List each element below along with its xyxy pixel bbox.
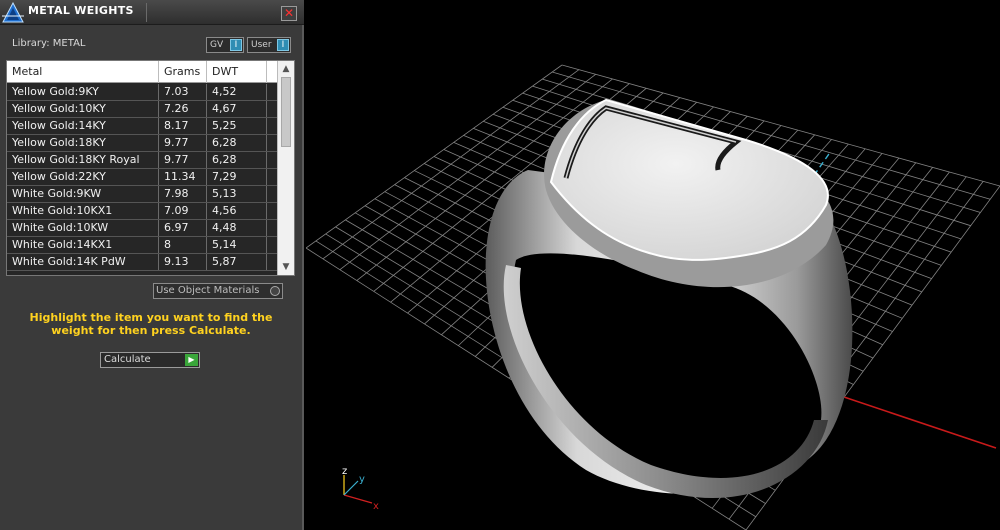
- gv-label: GV: [210, 40, 224, 50]
- grams-cell: 7.26: [159, 101, 207, 117]
- toggle-switch-icon: I: [277, 39, 289, 51]
- radio-icon[interactable]: [270, 286, 280, 296]
- dwt-cell: 5,87: [207, 254, 267, 270]
- scroll-thumb[interactable]: [281, 77, 291, 147]
- table-row[interactable]: Yellow Gold:10KY 7.26 4,67: [7, 101, 277, 118]
- table-header: Metal Grams DWT: [7, 61, 277, 83]
- row-padding: [267, 101, 277, 117]
- grams-cell: 8: [159, 237, 207, 253]
- metal-cell: Yellow Gold:9KY: [7, 84, 159, 100]
- metal-cell: Yellow Gold:18KY Royal: [7, 152, 159, 168]
- library-label: Library: METAL: [12, 38, 86, 49]
- dwt-cell: 4,48: [207, 220, 267, 236]
- table-row[interactable]: Yellow Gold:14KY 8.17 5,25: [7, 118, 277, 135]
- play-arrow-icon: ▶: [185, 354, 198, 366]
- app-logo-icon: [2, 2, 24, 23]
- grams-cell: 7.09: [159, 203, 207, 219]
- dwt-cell: 5,14: [207, 237, 267, 253]
- table-row[interactable]: White Gold:10KX1 7.09 4,56: [7, 203, 277, 220]
- metal-cell: White Gold:14K PdW: [7, 254, 159, 270]
- calculate-button[interactable]: Calculate ▶: [100, 352, 200, 368]
- table-row[interactable]: White Gold:14KX1 8 5,14: [7, 237, 277, 254]
- metal-cell: Yellow Gold:22KY: [7, 169, 159, 185]
- metal-cell: Yellow Gold:10KY: [7, 101, 159, 117]
- panel-titlebar: METAL WEIGHTS ✕: [0, 0, 304, 25]
- user-library-toggle[interactable]: User I: [247, 37, 291, 53]
- y-axis-label: y: [359, 474, 365, 485]
- row-padding: [267, 152, 277, 168]
- user-label: User: [251, 40, 272, 50]
- grams-cell: 6.97: [159, 220, 207, 236]
- table-row[interactable]: Yellow Gold:18KY Royal 9.77 6,28: [7, 152, 277, 169]
- dwt-cell: 6,28: [207, 135, 267, 151]
- z-axis-label: z: [342, 466, 347, 477]
- gv-library-toggle[interactable]: GV I: [206, 37, 244, 53]
- calculate-label: Calculate: [104, 354, 151, 365]
- dwt-cell: 7,29: [207, 169, 267, 185]
- use-object-materials-option[interactable]: Use Object Materials: [153, 283, 283, 299]
- metal-cell: White Gold:10KX1: [7, 203, 159, 219]
- close-button[interactable]: ✕: [281, 6, 297, 21]
- row-padding: [267, 135, 277, 151]
- grams-cell: 7.03: [159, 84, 207, 100]
- row-padding: [267, 169, 277, 185]
- dwt-cell: 5,13: [207, 186, 267, 202]
- scroll-up-icon[interactable]: ▲: [278, 62, 294, 76]
- table-row[interactable]: Yellow Gold:22KY 11.34 7,29: [7, 169, 277, 186]
- grams-cell: 7.98: [159, 186, 207, 202]
- grams-cell: 9.77: [159, 152, 207, 168]
- grams-cell: 9.77: [159, 135, 207, 151]
- metal-cell: Yellow Gold:14KY: [7, 118, 159, 134]
- dwt-cell: 4,52: [207, 84, 267, 100]
- table-scrollbar[interactable]: ▲ ▼: [277, 61, 294, 275]
- row-padding: [267, 84, 277, 100]
- title-divider: [146, 3, 147, 22]
- 3d-viewport[interactable]: z y x: [306, 0, 1000, 530]
- metal-cell: White Gold:14KX1: [7, 237, 159, 253]
- scroll-down-icon[interactable]: ▼: [278, 260, 294, 274]
- metal-cell: Yellow Gold:18KY: [7, 135, 159, 151]
- signet-ring-model: [485, 98, 853, 499]
- row-padding: [267, 186, 277, 202]
- table-body: Yellow Gold:9KY 7.03 4,52 Yellow Gold:10KY 7…: [7, 84, 277, 271]
- dwt-cell: 5,25: [207, 118, 267, 134]
- column-header-metal[interactable]: Metal: [7, 61, 159, 83]
- table-row[interactable]: White Gold:9KW 7.98 5,13: [7, 186, 277, 203]
- table-row[interactable]: White Gold:10KW 6.97 4,48: [7, 220, 277, 237]
- viewport-canvas: z y x: [306, 64, 1000, 530]
- metal-cell: White Gold:9KW: [7, 186, 159, 202]
- row-padding: [267, 220, 277, 236]
- grams-cell: 8.17: [159, 118, 207, 134]
- table-row[interactable]: White Gold:14K PdW 9.13 5,87: [7, 254, 277, 271]
- table-row[interactable]: Yellow Gold:18KY 9.77 6,28: [7, 135, 277, 152]
- row-padding: [267, 203, 277, 219]
- column-header-grams[interactable]: Grams: [159, 61, 207, 83]
- dwt-cell: 6,28: [207, 152, 267, 168]
- instruction-text: Highlight the item you want to find the …: [29, 311, 273, 337]
- dwt-cell: 4,67: [207, 101, 267, 117]
- metal-cell: White Gold:10KW: [7, 220, 159, 236]
- row-padding: [267, 254, 277, 270]
- row-padding: [267, 237, 277, 253]
- row-padding: [267, 118, 277, 134]
- metal-weights-panel: METAL WEIGHTS ✕ Library: METAL GV I User…: [0, 0, 304, 530]
- toggle-switch-icon: I: [230, 39, 242, 51]
- axis-gizmo: z y x: [342, 466, 379, 512]
- use-object-materials-label: Use Object Materials: [156, 285, 260, 296]
- dwt-cell: 4,56: [207, 203, 267, 219]
- metal-weights-table: Metal Grams DWT Yellow Gold:9KY 7.03 4,52 Y…: [6, 60, 295, 276]
- x-axis-label: x: [373, 501, 379, 512]
- column-header-dwt[interactable]: DWT: [207, 61, 267, 83]
- grams-cell: 9.13: [159, 254, 207, 270]
- grams-cell: 11.34: [159, 169, 207, 185]
- panel-title: METAL WEIGHTS: [28, 4, 134, 17]
- table-row[interactable]: Yellow Gold:9KY 7.03 4,52: [7, 84, 277, 101]
